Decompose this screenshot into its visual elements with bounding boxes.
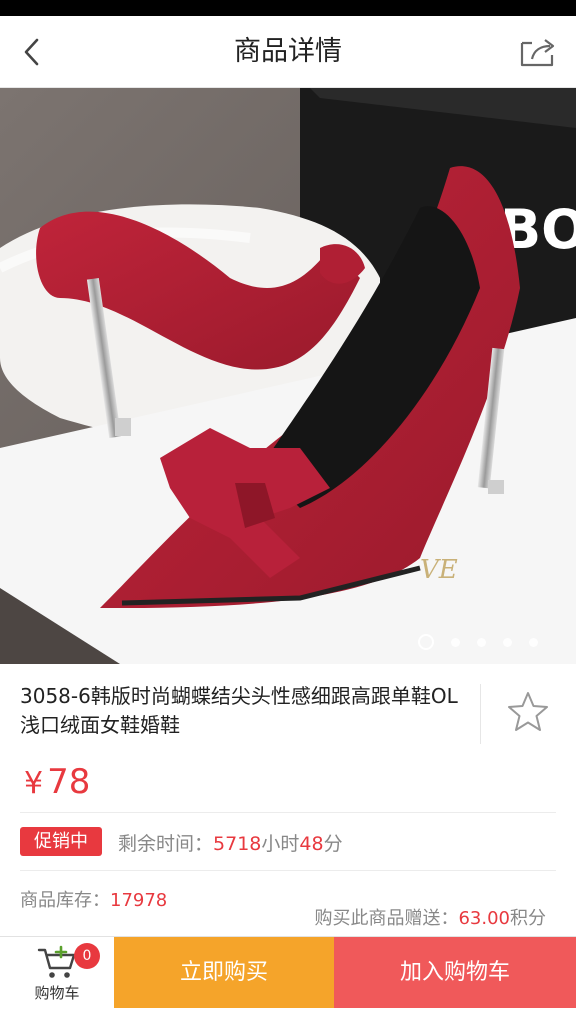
star-icon [508,692,548,731]
carousel-dot[interactable] [529,637,538,647]
divider [20,812,556,813]
product-image-carousel[interactable]: VE BO [0,88,576,664]
points-label: 购买此商品赠送： [314,908,459,929]
product-info-panel: 3058-6韩版时尚蝴蝶结尖头性感细跟高跟单鞋OL浅口绒面女鞋婚鞋 ¥78 促销… [0,664,576,936]
page-title: 商品详情 [234,36,342,67]
top-nav-bar: 商品详情 [0,16,576,88]
price-value: 78 [47,762,91,802]
hours-unit: 小时 [261,833,300,855]
carousel-dot[interactable] [451,637,460,647]
stock-info: 商品库存：17978 [20,886,167,912]
cart-count-badge: 0 [74,943,100,969]
currency-symbol: ¥ [24,766,44,801]
system-nav-strip [0,1008,576,1024]
buy-now-button[interactable]: 立即购买 [114,937,334,1009]
points-info: 购买此商品赠送：63.00积分 [314,904,546,930]
points-value: 63.00 [458,908,510,929]
minutes-unit: 分 [323,833,343,855]
carousel-dot[interactable] [477,637,486,647]
svg-text:VE: VE [420,555,458,585]
bottom-action-bar: 购物车 0 立即购买 加入购物车 [0,936,576,1009]
cart-button[interactable]: 购物车 0 [0,937,114,1009]
status-bar [0,0,576,16]
carousel-dot[interactable] [418,634,434,650]
remaining-label: 剩余时间： [118,833,214,855]
stock-label: 商品库存： [20,890,110,911]
carousel-dot[interactable] [503,637,512,647]
hours-value: 5718 [213,833,262,855]
cart-icon [37,945,76,978]
divider [480,684,481,744]
carousel-indicator [0,634,576,650]
product-price: ¥78 [24,762,90,802]
add-to-cart-button[interactable]: 加入购物车 [334,937,576,1009]
title-row: 3058-6韩版时尚蝴蝶结尖头性感细跟高跟单鞋OL浅口绒面女鞋婚鞋 [0,664,576,752]
promotion-countdown: 剩余时间：5718小时48分 [118,829,343,856]
stock-value: 17978 [110,890,168,911]
product-image: VE BO [0,88,576,664]
promotion-badge: 促销中 [20,827,102,856]
divider [20,870,556,871]
product-title: 3058-6韩版时尚蝴蝶结尖头性感细跟高跟单鞋OL浅口绒面女鞋婚鞋 [20,684,458,737]
minutes-value: 48 [299,833,324,855]
points-unit: 积分 [510,908,546,929]
cart-label: 购物车 [34,983,80,1002]
share-button[interactable] [514,30,562,74]
share-icon [520,39,555,67]
favorite-button[interactable] [500,688,556,736]
